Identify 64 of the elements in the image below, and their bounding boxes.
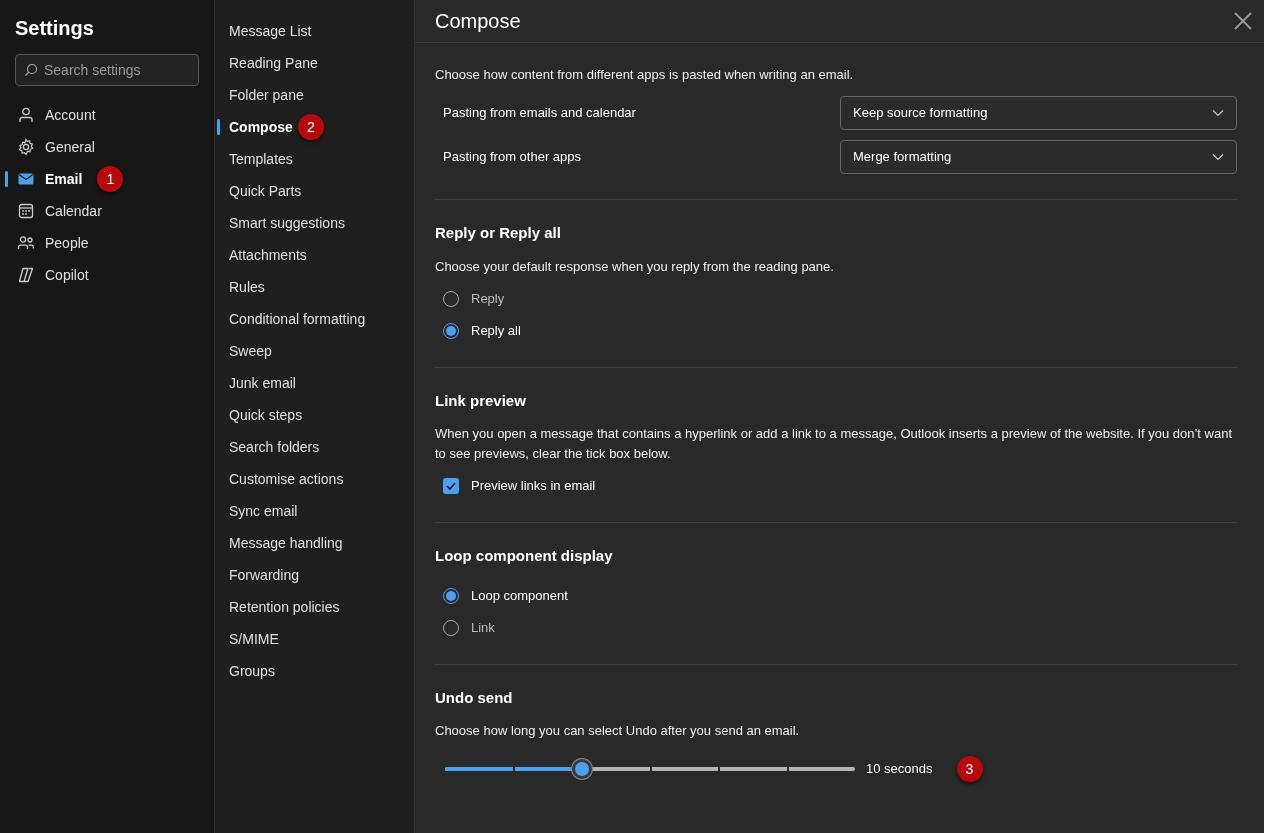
callout-badge: 3 [956, 756, 983, 782]
settings-title: Settings [15, 16, 95, 41]
subnav-item[interactable]: Conditional formatting [229, 308, 366, 330]
nav-item[interactable]: General [45, 136, 95, 158]
subnav-item[interactable]: Templates [229, 148, 293, 170]
subnav-item[interactable]: Quick Parts [229, 180, 302, 202]
subnav-item[interactable]: Folder pane [229, 84, 304, 106]
nav-item[interactable]: Copilot [45, 264, 89, 286]
checkbox[interactable] [443, 478, 459, 494]
subnav-item[interactable]: Retention policies [229, 596, 340, 618]
subnav-item[interactable]: Rules [229, 276, 265, 298]
checkbox-label: Preview links in email [471, 477, 596, 496]
subnav-item[interactable]: Compose [229, 116, 293, 138]
calendar-icon [17, 202, 35, 220]
field-label: Pasting from emails and calendar [443, 104, 636, 123]
subnav-item[interactable]: Reading Pane [229, 52, 318, 74]
slider-thumb[interactable] [571, 759, 592, 779]
chevron-icon [1212, 153, 1224, 161]
nav-item[interactable]: Calendar [45, 200, 102, 222]
section-heading: Reply or Reply all [435, 223, 562, 243]
callout-badge: 1 [97, 166, 124, 192]
radio-label: Reply all [471, 321, 521, 340]
nav-item[interactable]: People [45, 232, 89, 254]
person-icon [17, 106, 35, 124]
field-label: Pasting from other apps [443, 148, 582, 167]
nav-item[interactable]: Account [45, 104, 96, 126]
subnav-item[interactable]: Junk email [229, 372, 296, 394]
radio-label: Reply [471, 289, 505, 308]
subnav-item[interactable]: Message handling [229, 532, 343, 554]
slider-track[interactable] [445, 759, 855, 779]
checkmark-icon [446, 482, 456, 490]
section-heading: Loop component display [435, 546, 614, 566]
people-icon [17, 234, 35, 252]
subnav-item[interactable]: S/MIME [229, 628, 279, 650]
settings-icon [17, 138, 35, 156]
subnav-item[interactable]: Smart suggestions [229, 212, 345, 234]
callout-badge: 2 [297, 114, 324, 140]
nav-item[interactable]: Email [45, 168, 83, 190]
subnav-item[interactable]: Customise actions [229, 468, 344, 490]
section-description: Choose how content from different apps is pasted when writing an email. [435, 66, 855, 84]
subnav-item[interactable]: Quick steps [229, 404, 303, 426]
search-icon [24, 63, 38, 77]
section-description: When you open a message that contains a hyperlink or add a link to a message, Outlook inserts a preview of the website. If you don’t want to see previews, clear the tick box below. [435, 425, 1234, 463]
search-field[interactable]: Search settings [15, 54, 199, 86]
copilot-icon [17, 266, 35, 284]
dropdown-field[interactable]: Merge formatting [840, 140, 1237, 174]
subnav-item[interactable]: Groups [229, 660, 275, 682]
radio-label: Link [471, 618, 495, 637]
subnav-item[interactable]: Sweep [229, 340, 272, 362]
section-heading: Undo send [435, 687, 514, 708]
chevron-icon [1212, 109, 1224, 117]
section-description: Choose how long you can select Undo after you send an email. [435, 722, 801, 740]
subnav-item[interactable]: Message List [229, 20, 312, 42]
radio-label: Loop component [471, 586, 568, 605]
subnav-item[interactable]: Forwarding [229, 564, 300, 586]
dropdown-field[interactable]: Keep source formatting [840, 96, 1237, 130]
subnav-item[interactable]: Sync email [229, 500, 298, 522]
section-heading: Link preview [435, 390, 527, 411]
subnav-item[interactable]: Search folders [229, 436, 320, 458]
close-icon[interactable] [1234, 12, 1252, 30]
section-description: Choose your default response when you reply from the reading pane. [435, 257, 835, 276]
panel-title: Compose [435, 9, 521, 34]
subnav-item[interactable]: Attachments [229, 244, 307, 266]
slider-reading: 10 seconds [866, 760, 933, 779]
